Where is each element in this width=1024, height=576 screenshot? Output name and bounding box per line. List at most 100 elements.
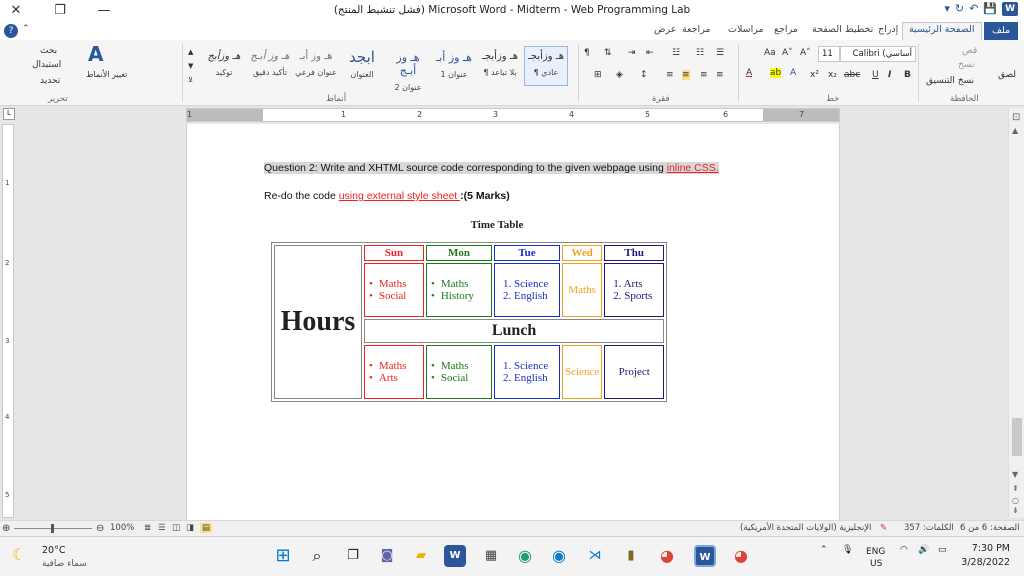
style-subtle-emphasis[interactable]: هـ وز أبـج تأكيد دقيق (248, 46, 292, 86)
font-size-box[interactable]: 11 (818, 46, 840, 62)
language-status[interactable]: الإنجليزية (الولايات المتحدة الأمريكية) (740, 523, 871, 533)
tab-references[interactable]: مراجع (774, 24, 798, 35)
tab-review[interactable]: مراجعة (682, 24, 711, 35)
view-outline-icon[interactable]: ☰ (158, 523, 166, 533)
zoom-level[interactable]: 100% (110, 523, 134, 533)
scroll-thumb[interactable] (1012, 418, 1022, 456)
tab-selector-icon[interactable]: L (3, 108, 15, 120)
tab-home[interactable]: الصفحة الرئيسية (902, 22, 982, 40)
style-heading-1[interactable]: هـ وز أبـ عنوان 1 (432, 46, 476, 86)
start-icon[interactable]: ⊞ (272, 545, 294, 567)
copy-button[interactable]: نسخ (958, 60, 974, 70)
input-language[interactable]: ENG (866, 547, 885, 557)
tab-mailings[interactable]: مراسلات (728, 24, 764, 35)
italic-button[interactable]: I (888, 70, 891, 80)
help-icon[interactable]: ? (4, 24, 18, 38)
align-center-icon[interactable]: ≡ (700, 70, 708, 80)
subscript-button[interactable]: x₂ (828, 70, 837, 80)
font-name-box[interactable]: Calibri (أساسي (840, 46, 916, 62)
save-icon[interactable]: 💾 (983, 2, 997, 16)
text-effects-icon[interactable]: A (790, 68, 796, 78)
clock[interactable]: 7:30 PM 3/28/2022 (961, 543, 1010, 568)
collapse-ribbon-icon[interactable]: ⌃ (22, 24, 30, 34)
bold-button[interactable]: B (904, 70, 911, 80)
sort-icon[interactable]: ⇅ (604, 48, 612, 58)
styles-more-icon[interactable]: ⊻ (188, 76, 193, 84)
microphone-icon[interactable]: 🎙 (842, 545, 853, 555)
change-styles-button[interactable]: تغيير الأنماط (86, 70, 127, 79)
font-color-icon[interactable]: A (746, 68, 752, 78)
view-draft-icon[interactable]: ≣ (144, 523, 151, 533)
next-page-icon[interactable]: ⇟ (1012, 506, 1019, 515)
redo-icon[interactable]: ↻ (955, 2, 964, 16)
align-right-icon[interactable]: ≡ (716, 70, 724, 80)
view-print-layout-icon[interactable]: ▤ (200, 523, 213, 533)
decrease-indent-icon[interactable]: ⇤ (646, 48, 654, 58)
word-count[interactable]: الكلمات: 357 (904, 523, 954, 533)
style-emphasis[interactable]: هـ وزأبج توكيد (202, 46, 246, 86)
chrome-secondary-icon[interactable]: ◕ (730, 545, 752, 567)
grow-font-button[interactable]: A˄ (800, 48, 811, 58)
tray-overflow-icon[interactable]: ⌃ (820, 545, 828, 555)
customize-qat-icon[interactable]: ▾ (944, 2, 950, 16)
find-button[interactable]: بحث (40, 46, 57, 56)
paste-button[interactable]: لصق (998, 70, 1016, 80)
tab-view[interactable]: عرض (654, 24, 676, 35)
superscript-button[interactable]: x² (810, 70, 819, 80)
tab-insert[interactable]: إدراج (878, 24, 898, 35)
horizontal-ruler[interactable]: 1 1 2 3 4 5 6 7 (186, 108, 840, 122)
input-region[interactable]: US (870, 559, 882, 569)
undo-icon[interactable]: ↶ (969, 2, 978, 16)
format-painter-button[interactable]: نسخ التنسيق (926, 76, 974, 86)
change-styles-icon[interactable]: A (88, 42, 103, 66)
strikethrough-button[interactable]: abc (844, 70, 860, 80)
style-title[interactable]: ابجد العنوان (340, 46, 384, 86)
word-taskbar-icon[interactable]: W (444, 545, 466, 567)
store-icon[interactable]: ▦ (480, 545, 502, 567)
edge-icon[interactable]: ◉ (514, 545, 536, 567)
style-normal[interactable]: هـ وزأبجـ ¶ عادي (524, 46, 568, 86)
search-icon[interactable]: ⌕ (306, 545, 328, 567)
tab-layout[interactable]: تخطيط الصفحة (812, 24, 873, 35)
borders-icon[interactable]: ⊞ (594, 70, 602, 80)
style-no-spacing[interactable]: هـ وزأبجـ ¶ بلا تباعد (478, 46, 522, 86)
shading-icon[interactable]: ◈ (616, 70, 623, 80)
align-left-icon[interactable]: ≡ (682, 70, 690, 80)
styles-scroll-up-icon[interactable]: ▲ (188, 48, 193, 56)
increase-indent-icon[interactable]: ⇥ (628, 48, 636, 58)
proofing-icon[interactable]: ✎ (880, 523, 887, 533)
tab-file[interactable]: ملف (984, 22, 1019, 40)
replace-button[interactable]: استبدال (32, 60, 61, 70)
underline-button[interactable]: U (872, 70, 879, 80)
previous-page-icon[interactable]: ⇞ (1012, 484, 1019, 493)
document-page[interactable]: Question 2: Write and XHTML source code … (186, 124, 840, 520)
shrink-font-button[interactable]: A˅ (782, 48, 793, 58)
select-button[interactable]: تحديد (40, 76, 60, 86)
change-case-button[interactable]: Aa (764, 48, 776, 58)
teams-icon[interactable]: ◙ (376, 545, 398, 567)
browse-object-icon[interactable]: ○ (1012, 496, 1019, 505)
multilevel-list-icon[interactable]: ☳ (672, 48, 680, 58)
page-count[interactable]: الصفحة: 6 من 6 (960, 523, 1020, 533)
scroll-up-icon[interactable]: ▲ (1012, 126, 1018, 135)
bullets-icon[interactable]: ☰ (716, 48, 724, 58)
zoom-out-icon[interactable]: ⊖ (96, 523, 104, 534)
battery-icon[interactable]: ▭ (938, 545, 947, 555)
task-view-icon[interactable]: ❐ (342, 545, 364, 567)
numbering-icon[interactable]: ☷ (696, 48, 704, 58)
vertical-scrollbar[interactable]: ⊡ ▲ ▼ ⇞ ○ ⇟ (1008, 108, 1024, 518)
chrome-icon[interactable]: ◕ (656, 545, 678, 567)
ruler-toggle-icon[interactable]: ⊡ (1012, 112, 1020, 123)
edge-beta-icon[interactable]: ◉ (548, 545, 570, 567)
vertical-ruler[interactable]: 1 2 3 4 5 (2, 124, 14, 518)
zoom-in-icon[interactable]: ⊕ (2, 523, 10, 534)
style-heading-2[interactable]: هـ وز أبـج عنوان 2 (386, 46, 430, 92)
notepad-icon[interactable]: ▮ (620, 545, 642, 567)
show-marks-icon[interactable]: ¶ (584, 48, 590, 58)
line-spacing-icon[interactable]: ↕ (640, 70, 648, 80)
zoom-slider-thumb[interactable] (51, 524, 54, 533)
style-subtitle[interactable]: هـ وز أبـ عنوان فرعي (294, 46, 338, 86)
view-reading-icon[interactable]: ◨ (186, 523, 194, 533)
justify-icon[interactable]: ≡ (666, 70, 674, 80)
volume-icon[interactable]: 🔊 (918, 545, 929, 555)
